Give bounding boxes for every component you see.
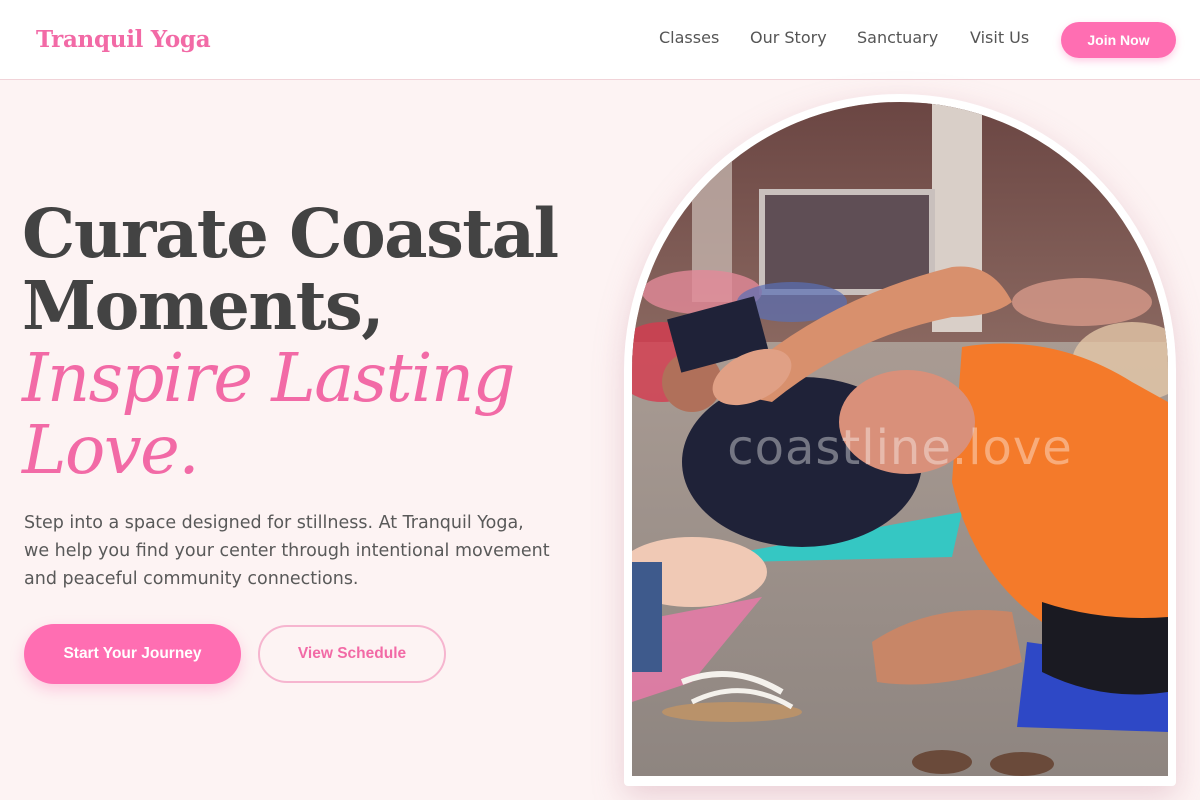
- hero-subtext: Step into a space designed for stillness…: [24, 513, 550, 589]
- headline-accent-line-1: Inspire Lasting: [22, 339, 516, 417]
- start-journey-button[interactable]: Start Your Journey: [24, 624, 241, 684]
- site-header: Tranquil Yoga Classes Our Story Sanctuar…: [0, 0, 1200, 80]
- yoga-class-photo: coastline.love: [632, 102, 1168, 776]
- nav-link-classes[interactable]: Classes: [659, 28, 719, 47]
- hero-headline: Curate Coastal Moments, Inspire Lasting …: [22, 194, 582, 489]
- headline-accent-line-2: Love.: [22, 411, 200, 489]
- nav-link-our-story[interactable]: Our Story: [750, 28, 827, 47]
- view-schedule-button[interactable]: View Schedule: [258, 625, 446, 683]
- nav-link-visit-us[interactable]: Visit Us: [970, 28, 1029, 47]
- nav-link-sanctuary[interactable]: Sanctuary: [857, 28, 938, 47]
- headline-line-2: Moments,: [22, 266, 385, 345]
- headline-line-1: Curate Coastal: [22, 194, 559, 273]
- main-nav: Classes Our Story Sanctuary Visit Us: [0, 28, 1200, 52]
- join-now-button[interactable]: Join Now: [1061, 22, 1176, 58]
- image-watermark: coastline.love: [727, 420, 1073, 476]
